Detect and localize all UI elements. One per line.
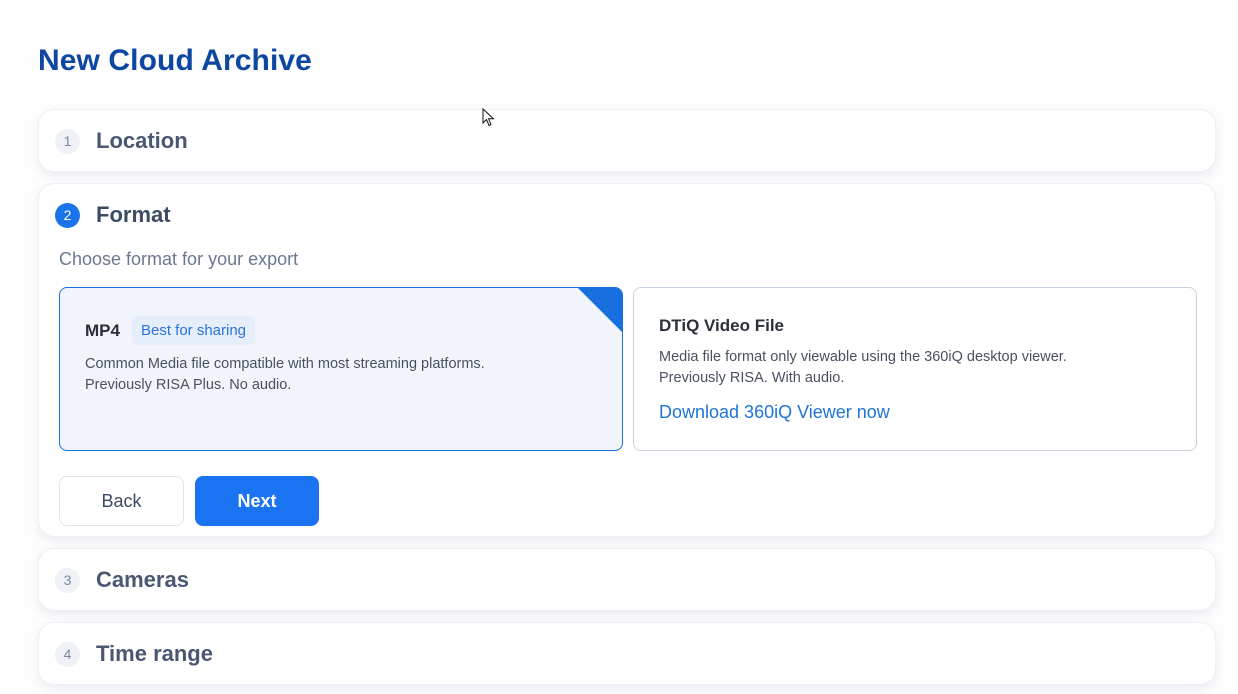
format-description: Common Media file compatible with most s… <box>85 354 585 396</box>
step-title: Format <box>96 202 171 227</box>
step-header-format[interactable]: 2 Format <box>55 202 171 228</box>
step-cameras[interactable]: 3 Cameras <box>38 548 1216 611</box>
format-description-line: Media file format only viewable using th… <box>659 349 1067 365</box>
format-description-line: Previously RISA. With audio. <box>659 370 845 386</box>
step-format: 2 Format Choose format for your export M… <box>38 183 1216 537</box>
format-subtitle: Choose format for your export <box>59 249 299 269</box>
format-description-line: Previously RISA Plus. No audio. <box>85 377 292 393</box>
next-button[interactable]: Next <box>195 476 319 526</box>
format-name: MP4 <box>85 320 120 340</box>
step-location[interactable]: 1 Location <box>38 109 1216 172</box>
step-time-range[interactable]: 4 Time range <box>38 622 1216 685</box>
step-header-location[interactable]: 1 Location <box>55 128 188 154</box>
step-header-time-range[interactable]: 4 Time range <box>55 641 213 667</box>
step-number-badge: 3 <box>55 567 80 593</box>
step-number-badge: 2 <box>55 202 80 228</box>
format-description: Media file format only viewable using th… <box>659 347 1159 389</box>
download-viewer-link[interactable]: Download 360iQ Viewer now <box>659 402 890 423</box>
back-button[interactable]: Back <box>59 476 184 526</box>
step-number-badge: 1 <box>55 128 80 154</box>
mouse-pointer-icon <box>482 108 495 127</box>
step-title: Location <box>96 128 188 153</box>
step-header-cameras[interactable]: 3 Cameras <box>55 567 189 593</box>
page-title: New Cloud Archive <box>38 44 312 77</box>
format-description-line: Common Media file compatible with most s… <box>85 356 485 372</box>
selected-corner-icon <box>577 288 622 333</box>
format-option-dtiq[interactable]: DTiQ Video File Media file format only v… <box>633 287 1197 451</box>
step-title: Cameras <box>96 567 189 592</box>
format-name: DTiQ Video File <box>659 316 785 335</box>
step-title: Time range <box>96 641 213 666</box>
step-number-badge: 4 <box>55 641 80 667</box>
best-for-sharing-badge: Best for sharing <box>131 316 256 345</box>
format-option-mp4[interactable]: MP4 Best for sharing Common Media file c… <box>59 287 623 451</box>
